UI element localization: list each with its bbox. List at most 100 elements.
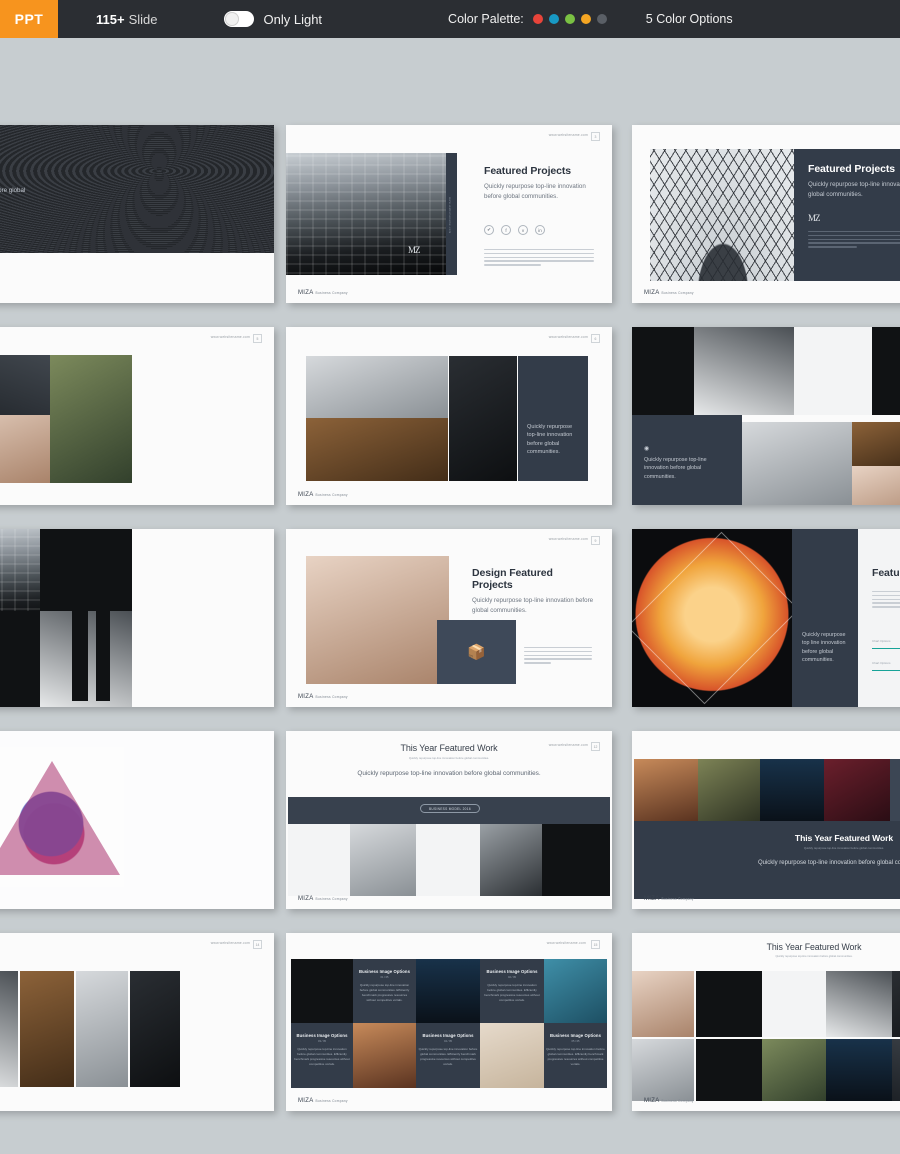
slide-2-page-number: 3 — [591, 132, 600, 141]
slide-3-title: Featured Projects — [808, 163, 900, 175]
facebook-icon[interactable]: f — [501, 225, 511, 235]
slide-thumbnail-2[interactable]: www.websitename.com 3 www.websitename.co… — [286, 125, 612, 303]
slide-11-subtitle: Quickly repurpose top-line innovation be… — [286, 756, 612, 760]
slide-8-icon-panel: 📦 — [437, 620, 516, 684]
slide-thumbnail-13[interactable]: www.websitename.com 14 This Year Feature… — [0, 933, 274, 1111]
color-swatch-orange[interactable] — [581, 14, 591, 24]
slide-thumbnail-8[interactable]: www.websitename.com 9 📦 Design Featured … — [286, 529, 612, 707]
card-4: Business Image Options 04 / 05 Quickly r… — [418, 1033, 478, 1067]
slide-11-footer-brand: MIZA Business Company — [298, 896, 348, 902]
slide-4-url: www.websitename.com — [211, 335, 250, 339]
card-3: Business Image Options 03 / 05 Quickly r… — [293, 1033, 351, 1067]
slide-preview-grid: Featured Marketing Quickly repurpose top… — [0, 125, 900, 1135]
color-swatches[interactable] — [533, 14, 607, 24]
twitter-icon[interactable]: ✔ — [484, 225, 494, 235]
slide-row-4: Branding Solutions Quickly repurpose top… — [0, 731, 900, 933]
slide-row-2: www.websitename.com 5 Featured Product T… — [0, 327, 900, 529]
slide-thumbnail-4[interactable]: www.websitename.com 5 Featured Product T… — [0, 327, 274, 505]
color-swatch-red[interactable] — [533, 14, 543, 24]
slide-row-5: www.websitename.com 14 This Year Feature… — [0, 933, 900, 1135]
slide-thumbnail-14[interactable]: www.websitename.com 15 Business Image Op… — [286, 933, 612, 1111]
slide-8-page-number: 9 — [591, 536, 600, 545]
only-light-toggle[interactable] — [224, 11, 254, 27]
slide-row-3: Featured Marketing Quickly repurpose top… — [0, 529, 900, 731]
slide-thumbnail-7[interactable]: Featured Marketing Quickly repurpose top… — [0, 529, 274, 707]
slide-thumbnail-6[interactable]: ◉ Quickly repurpose top-line innovation … — [632, 327, 900, 505]
slide-12-title: This Year Featured Work — [692, 833, 900, 843]
card-4-title: Business Image Options — [418, 1033, 478, 1038]
linkedin-icon[interactable]: in — [535, 225, 545, 235]
slide-3-subtitle: Quickly repurpose top-line innovation be… — [808, 180, 900, 199]
slide-2-title: Featured Projects — [484, 165, 602, 177]
card-5: Business Image Options 05 / 05 Quickly r… — [546, 1033, 605, 1067]
slide-6-callout: Quickly repurpose top-line innovation be… — [644, 456, 732, 481]
color-swatch-teal[interactable] — [549, 14, 559, 24]
color-options-label: 5 Color Options — [646, 12, 733, 26]
slide-thumbnail-15[interactable]: www.websitename.com This Year Featured W… — [632, 933, 900, 1111]
slide-12-headline: Quickly repurpose top-line innovation be… — [692, 859, 900, 868]
card-5-title: Business Image Options — [546, 1033, 605, 1038]
card-1-sub: 01 / 05 — [357, 976, 412, 979]
vimeo-icon[interactable]: v — [518, 225, 528, 235]
slide-2-vertical-caption: www.websitename.com — [448, 197, 451, 234]
slide-11-headline: Quickly repurpose top-line innovation be… — [344, 769, 554, 779]
slide-2-mz-mark: MZ — [408, 245, 420, 255]
slide-3-mz-mark: MZ — [808, 213, 820, 223]
slide-5-url: www.websitename.com — [549, 335, 588, 339]
slide-15-subtitle: Quickly repurpose top-line innovation be… — [672, 955, 900, 958]
color-palette-group: Color Palette: 5 Color Options — [448, 0, 733, 38]
slide-8-footer-brand: MIZA Business Company — [298, 694, 348, 700]
slide-thumbnail-5[interactable]: www.websitename.com 6 Quickly repurpose … — [286, 327, 612, 505]
card-3-title: Business Image Options — [293, 1033, 351, 1038]
slide-thumbnail-10[interactable]: Branding Solutions Quickly repurpose top… — [0, 731, 274, 909]
slide-12-footer-brand: MIZA Business Company — [644, 896, 694, 902]
slide-9-chart-option-1: Chart Options — [872, 639, 891, 643]
slide-14-footer-brand: MIZA Business Company — [298, 1098, 348, 1104]
slide-2-url: www.websitename.com — [549, 133, 588, 137]
card-1-title: Business Image Options — [357, 969, 412, 974]
slide-thumbnail-9[interactable]: Quickly repurpose top line innovation be… — [632, 529, 900, 707]
top-toolbar: PPT 115+ Slide Only Light Color Palette:… — [0, 0, 900, 38]
slide-row-1: Featured Marketing Quickly repurpose top… — [0, 125, 900, 327]
card-3-body: Quickly repurpose top-line innovation be… — [293, 1047, 351, 1067]
card-5-sub: 05 / 05 — [546, 1040, 605, 1043]
slide-14-page-number: 15 — [591, 940, 600, 949]
slide-8-url: www.websitename.com — [549, 537, 588, 541]
camera-icon: ◉ — [644, 445, 732, 452]
slide-15-title: This Year Featured Work — [672, 942, 900, 952]
slide-9-title: Featured — [872, 567, 900, 579]
slide-1-title: Featured Marketing — [0, 169, 86, 181]
slide-thumbnail-1[interactable]: Featured Marketing Quickly repurpose top… — [0, 125, 274, 303]
slide-13-url: www.websitename.com — [211, 941, 250, 945]
color-palette-label: Color Palette: — [448, 12, 524, 26]
only-light-toggle-group[interactable]: Only Light — [224, 0, 323, 38]
slide-2-social-icons[interactable]: ✔ f v in — [484, 225, 545, 235]
slide-11-title: This Year Featured Work — [286, 743, 612, 753]
slide-thumbnail-3[interactable]: www.websitename.com Featured Projects Qu… — [632, 125, 900, 303]
slide-2-subtitle: Quickly repurpose top-line innovation be… — [484, 182, 602, 201]
only-light-label: Only Light — [264, 12, 323, 27]
card-5-body: Quickly repurpose top-line innovation be… — [546, 1047, 605, 1067]
slide-5-page-number: 6 — [591, 334, 600, 343]
color-swatch-gray[interactable] — [597, 14, 607, 24]
slide-count-number: 115+ — [96, 12, 125, 27]
slide-thumbnail-12[interactable]: www.websitename.com This Year Featured W… — [632, 731, 900, 909]
card-4-sub: 04 / 05 — [418, 1040, 478, 1043]
slide-9-callout: Quickly repurpose top line innovation be… — [802, 631, 852, 665]
card-2-title: Business Image Options — [484, 969, 540, 974]
slide-9-chart-option-2: Chart Options — [872, 661, 891, 665]
color-swatch-green[interactable] — [565, 14, 575, 24]
card-1: Business Image Options 01 / 05 Quickly r… — [357, 969, 412, 1003]
ppt-brand-badge: PPT — [0, 0, 58, 38]
slide-1-subtitle: Quickly repurpose top-line innovation be… — [0, 186, 54, 205]
slide-count: 115+ Slide — [96, 0, 158, 38]
slide-15-footer-brand: MIZA Business Company — [644, 1098, 694, 1104]
slide-2-footer-brand: MIZA Business Company — [298, 290, 348, 296]
card-2-body: Quickly repurpose top-line innovation be… — [484, 983, 540, 1003]
slide-13-page-number: 14 — [253, 940, 262, 949]
slide-14-url: www.websitename.com — [547, 941, 586, 945]
slide-12-subtitle: Quickly repurpose top-line innovation be… — [692, 846, 900, 850]
slide-thumbnail-11[interactable]: www.websitename.com 12 This Year Feature… — [286, 731, 612, 909]
card-3-sub: 03 / 05 — [293, 1040, 351, 1043]
card-4-body: Quickly repurpose top-line innovation be… — [418, 1047, 478, 1067]
